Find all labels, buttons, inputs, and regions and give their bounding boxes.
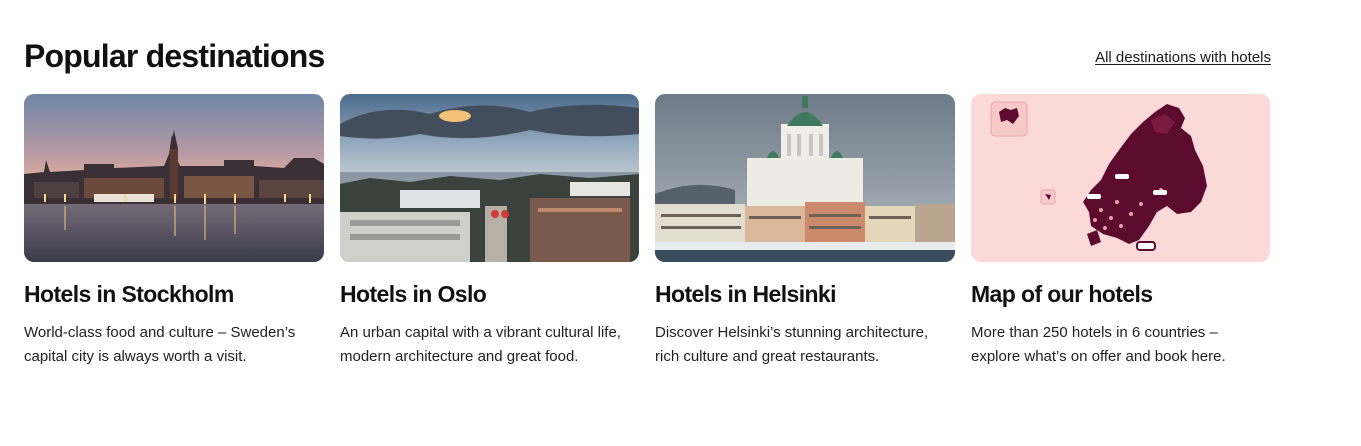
section-header: Popular destinations All destinations wi…	[24, 34, 1271, 78]
destination-card-helsinki[interactable]: Hotels in Helsinki Discover Helsinki’s s…	[655, 94, 955, 369]
destination-cards: Hotels in Stockholm World-class food and…	[24, 94, 1270, 369]
card-description: Discover Helsinki’s stunning architectur…	[655, 324, 929, 365]
oslo-image[interactable]	[340, 94, 639, 262]
card-title[interactable]: Map of our hotels	[971, 279, 1270, 309]
card-description: More than 250 hotels in 6 countries – ex…	[971, 324, 1226, 365]
destination-card-oslo[interactable]: Hotels in Oslo An urban capital with a v…	[340, 94, 639, 369]
helsinki-image[interactable]	[655, 94, 955, 262]
card-description: World-class food and culture – Sweden’s …	[24, 324, 296, 365]
section-title: Popular destinations	[24, 37, 325, 74]
destination-card-stockholm[interactable]: Hotels in Stockholm World-class food and…	[24, 94, 324, 369]
card-title[interactable]: Hotels in Helsinki	[655, 279, 955, 309]
all-destinations-link[interactable]: All destinations with hotels	[1095, 49, 1271, 66]
hotel-map-image[interactable]	[971, 94, 1270, 262]
popular-destinations-section: Popular destinations All destinations wi…	[0, 0, 1361, 446]
card-title[interactable]: Hotels in Oslo	[340, 279, 639, 309]
card-title[interactable]: Hotels in Stockholm	[24, 279, 324, 309]
card-description: An urban capital with a vibrant cultural…	[340, 324, 621, 365]
destination-card-map[interactable]: Map of our hotels More than 250 hotels i…	[971, 94, 1270, 369]
stockholm-image[interactable]	[24, 94, 324, 262]
